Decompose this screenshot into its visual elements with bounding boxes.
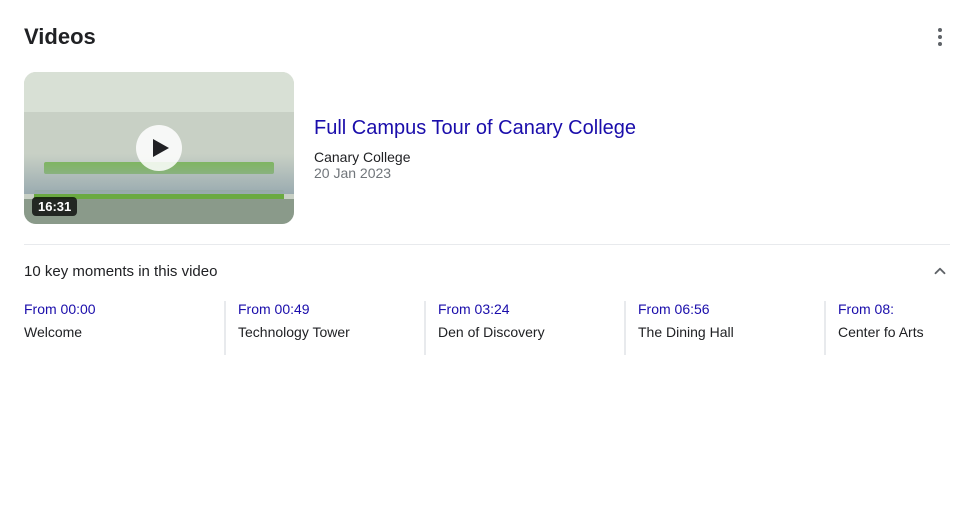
play-button[interactable] [136,125,182,171]
videos-header: Videos [24,20,950,54]
play-icon [153,139,169,157]
page-title: Videos [24,24,96,50]
moment-label-3: The Dining Hall [638,323,808,343]
key-moments-header: 10 key moments in this video [24,261,950,281]
moment-item-4: From 08: Center fo Arts [824,301,950,355]
moment-item-2: From 03:24 Den of Discovery [424,301,624,355]
moment-label-4: Center fo Arts [838,323,950,343]
more-options-button[interactable] [930,20,950,54]
moment-item-0: From 00:00 Welcome [24,301,224,355]
moment-timestamp-0[interactable]: From 00:00 [24,301,208,317]
moment-timestamp-4[interactable]: From 08: [838,301,950,317]
video-thumbnail[interactable]: 16:31 [24,72,294,224]
duration-badge: 16:31 [32,197,77,216]
video-title-link[interactable]: Full Campus Tour of Canary College [314,115,636,141]
section-divider [24,244,950,245]
video-date: 20 Jan 2023 [314,165,636,181]
moment-label-1: Technology Tower [238,323,408,343]
collapse-moments-button[interactable] [930,261,950,281]
moment-label-2: Den of Discovery [438,323,608,343]
moment-timestamp-3[interactable]: From 06:56 [638,301,808,317]
video-card: 16:31 Full Campus Tour of Canary College… [24,72,950,224]
moment-label-0: Welcome [24,323,208,343]
video-channel: Canary College [314,149,636,165]
video-info: Full Campus Tour of Canary College Canar… [314,72,636,224]
moment-timestamp-1[interactable]: From 00:49 [238,301,408,317]
moment-timestamp-2[interactable]: From 03:24 [438,301,608,317]
moments-row: From 00:00 Welcome From 00:49 Technology… [24,301,950,355]
moment-item-3: From 06:56 The Dining Hall [624,301,824,355]
moment-item-1: From 00:49 Technology Tower [224,301,424,355]
key-moments-label: 10 key moments in this video [24,263,217,280]
